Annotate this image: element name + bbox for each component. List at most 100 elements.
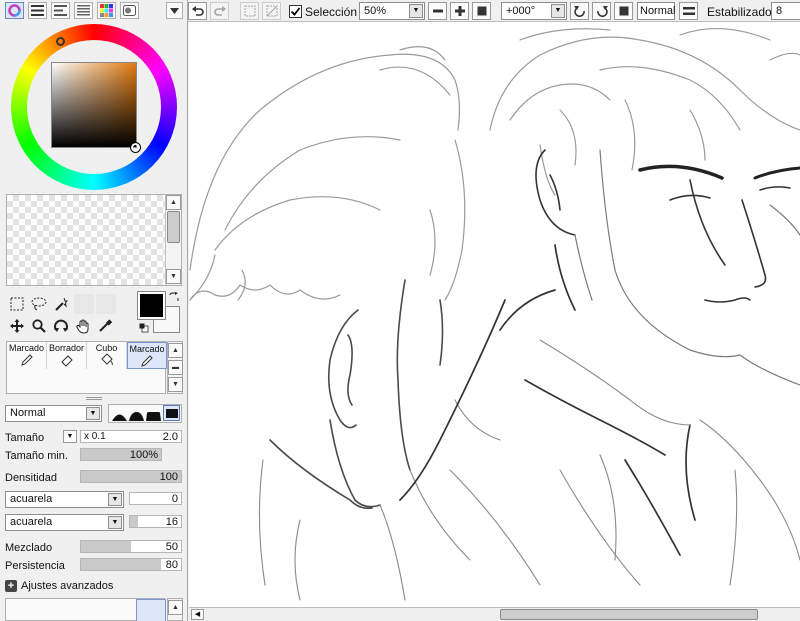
brush-slot[interactable]: Cubo (87, 342, 127, 369)
color-swatch-area[interactable]: ▲ ▼ (6, 194, 182, 286)
texture-dropdown-1[interactable]: acuarela ▼ (5, 491, 124, 508)
min-size-slider[interactable]: 100% (80, 448, 162, 461)
brush-grid-scrollbar[interactable]: ▲ ▬ ▼ (167, 341, 183, 394)
persistence-value: 80 (165, 559, 178, 571)
size-multiplier-button[interactable]: ▼ (63, 430, 77, 443)
hand-icon (75, 319, 88, 334)
density-slider[interactable]: 100 (80, 470, 182, 483)
reset-colors-icon (139, 323, 149, 333)
saturation-value-square[interactable] (51, 62, 137, 148)
medium-shape-icon (129, 412, 144, 421)
selection-label[interactable]: Selección (305, 5, 357, 19)
foreground-color-swatch[interactable] (137, 291, 166, 320)
flip-horizontal-button[interactable] (679, 2, 698, 20)
color-table-icon (77, 5, 90, 16)
texture-dropdown-2[interactable]: acuarela ▼ (5, 514, 124, 531)
chevron-down-icon: ▼ (409, 4, 423, 18)
scroll-down-button[interactable]: ▼ (168, 377, 183, 392)
persistence-slider[interactable]: 80 (80, 558, 182, 571)
deselect-button[interactable] (240, 2, 259, 20)
brush-slot[interactable]: Marcado (7, 342, 47, 369)
eyedropper-tool[interactable] (96, 317, 114, 335)
size-presets-scrollbar[interactable]: ▲ (167, 598, 183, 621)
rotation-reset-button[interactable] (614, 2, 633, 20)
rect-select-tool[interactable] (8, 295, 26, 313)
chevron-down-icon: ▼ (551, 4, 565, 18)
hue-marker[interactable] (56, 37, 65, 46)
deselect-icon (244, 5, 255, 17)
brush-label: Borrador (48, 343, 84, 353)
user-swatch-tab[interactable] (120, 2, 139, 19)
reset-colors-button[interactable] (138, 322, 150, 334)
scroll-thumb[interactable] (167, 211, 180, 243)
shape-hard-button[interactable] (145, 406, 162, 421)
scroll-mid-button[interactable]: ▬ (168, 360, 183, 375)
drawing-canvas[interactable] (189, 22, 800, 607)
expand-plus-icon[interactable]: + (5, 580, 17, 592)
shape-soft-button[interactable] (111, 406, 128, 421)
size-preset-active[interactable] (136, 599, 166, 621)
color-wheel[interactable] (11, 24, 177, 190)
scroll-up-button[interactable]: ▲ (166, 195, 181, 210)
swatch-scrollbar[interactable]: ▲ ▼ (165, 195, 181, 285)
zoom-out-button[interactable] (428, 2, 447, 20)
size-slider[interactable]: x 0.1 2.0 (80, 430, 182, 443)
advanced-settings-label[interactable]: Ajustes avanzados (21, 580, 113, 592)
texture-1-strength[interactable]: 0 (129, 492, 182, 505)
magic-wand-tool[interactable] (52, 295, 70, 313)
pencil-icon (20, 354, 33, 366)
rgb-sliders-tab[interactable] (28, 2, 47, 19)
color-wheel-tab[interactable] (5, 2, 24, 19)
invert-selection-button[interactable] (262, 2, 281, 20)
move-icon (10, 319, 24, 333)
persistence-fill (81, 559, 161, 570)
scroll-down-button[interactable]: ▼ (166, 269, 181, 284)
color-palette-tab[interactable] (97, 2, 116, 19)
horizontal-scroll-thumb[interactable] (500, 609, 758, 620)
scroll-left-button[interactable]: ◀ (191, 609, 204, 620)
selection-checkbox[interactable] (289, 5, 302, 18)
brush-slot-active[interactable]: Marcado (127, 342, 167, 369)
zoom-in-button[interactable] (450, 2, 469, 20)
tool-panel: ▲ ▼ Marcado Borrador Cubo Marcado ▲ ▬ ▼ … (0, 0, 188, 621)
hand-tool[interactable] (74, 317, 92, 335)
scroll-up-button[interactable]: ▲ (168, 343, 183, 358)
brush-blend-dropdown[interactable]: Normal ▼ (5, 405, 102, 422)
hsv-sliders-tab[interactable] (51, 2, 70, 19)
panel-menu-button[interactable] (166, 2, 183, 19)
redo-button[interactable] (210, 2, 229, 20)
swap-colors-button[interactable] (168, 291, 180, 303)
reset-square-icon (477, 6, 486, 16)
scroll-up-button[interactable]: ▲ (168, 600, 183, 615)
blending-slider[interactable]: 50 (80, 540, 182, 553)
undo-button[interactable] (188, 2, 207, 20)
panel-splitter[interactable] (86, 397, 102, 400)
empty-tool-slot (74, 294, 94, 314)
color-table-tab[interactable] (74, 2, 93, 19)
shape-medium-button[interactable] (128, 406, 145, 421)
rotate-right-button[interactable] (592, 2, 611, 20)
rotate-tool[interactable] (52, 317, 70, 335)
stabilizer-select[interactable]: 8 (771, 2, 800, 20)
view-blend-mode[interactable]: Normal (637, 2, 675, 20)
brush-slot[interactable]: Borrador (47, 342, 87, 369)
rotate-left-button[interactable] (570, 2, 589, 20)
rotate-right-icon (596, 6, 608, 17)
zoom-select[interactable]: 50% ▼ (359, 2, 425, 20)
sv-marker[interactable] (130, 142, 141, 153)
texture-1-name: acuarela (10, 493, 53, 505)
canvas-horizontal-scrollbar[interactable]: ◀ (189, 607, 800, 621)
hsv-sliders-icon (54, 5, 67, 16)
rotation-select[interactable]: +000° ▼ (501, 2, 567, 20)
move-tool[interactable] (8, 317, 26, 335)
texture-2-value: 16 (165, 516, 178, 528)
density-label: Densitidad (5, 472, 57, 484)
zoom-tool[interactable] (30, 317, 48, 335)
shape-square-button[interactable] (163, 405, 180, 421)
lasso-tool[interactable] (30, 295, 48, 313)
zoom-reset-button[interactable] (472, 2, 491, 20)
texture-2-strength[interactable]: 16 (129, 515, 182, 528)
swap-arrows-icon (169, 292, 179, 301)
plus-icon (454, 6, 465, 16)
eraser-icon (60, 355, 73, 367)
